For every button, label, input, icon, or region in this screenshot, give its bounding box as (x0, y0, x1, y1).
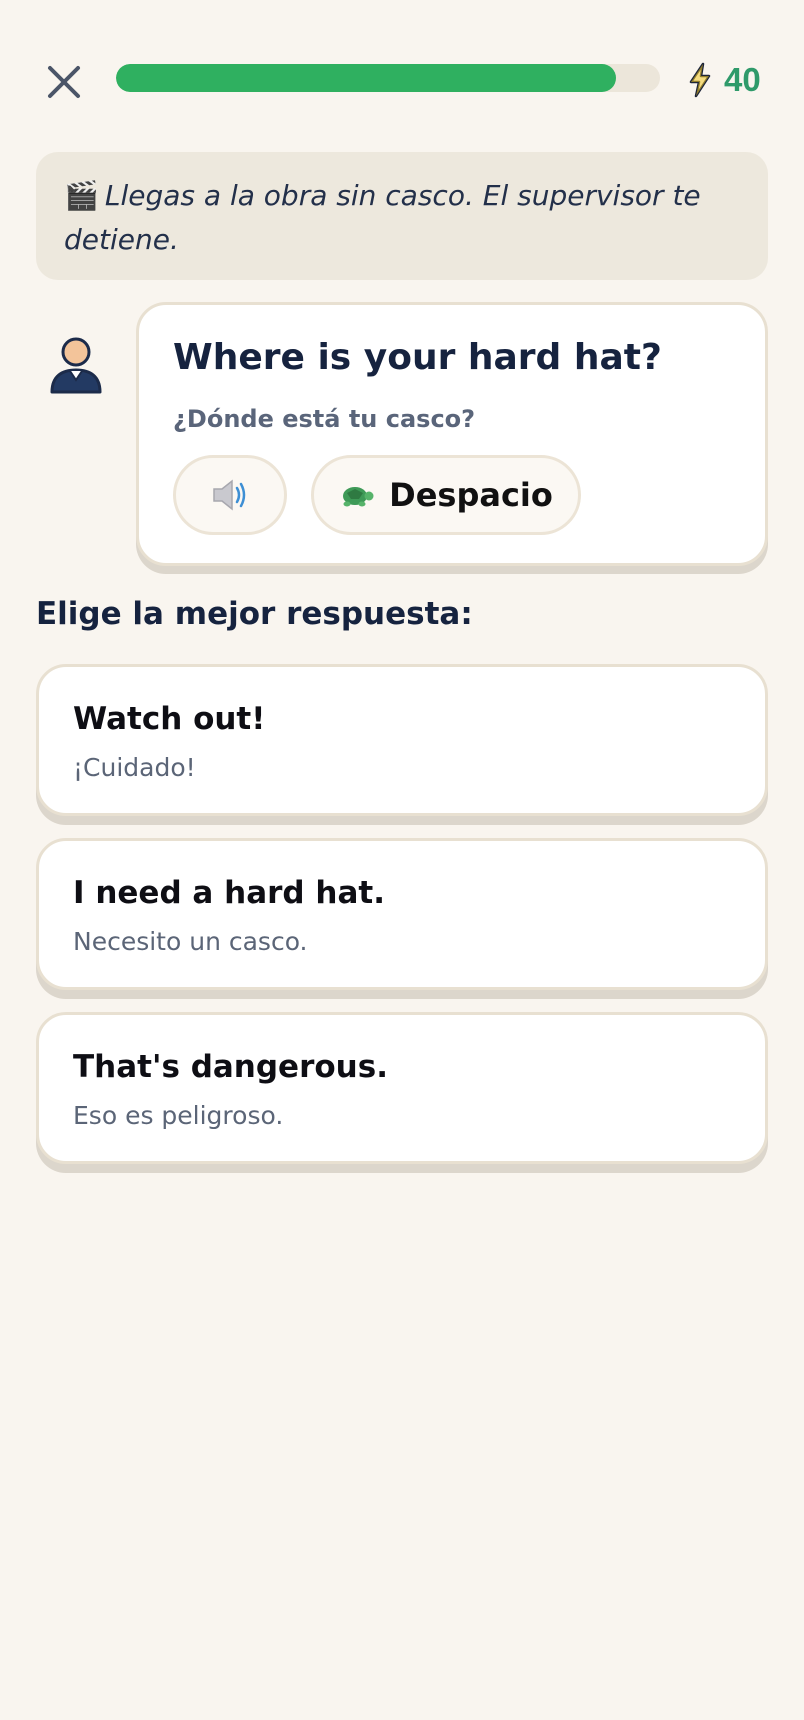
progress-fill (116, 64, 617, 92)
speech-bubble: Where is your hard hat? ¿Dónde está tu c… (136, 302, 768, 566)
option-translation: Necesito un casco. (73, 927, 308, 956)
speaker-translation: ¿Dónde está tu casco? (173, 405, 476, 433)
lightning-icon (689, 62, 711, 98)
slow-label: Despacio (389, 476, 553, 514)
answer-option-2[interactable]: I need a hard hat. Necesito un casco. (36, 838, 768, 990)
option-text: That's dangerous. (73, 1049, 388, 1085)
answer-option-3[interactable]: That's dangerous. Eso es peligroso. (36, 1012, 768, 1164)
option-text: Watch out! (73, 701, 266, 737)
turtle-icon (343, 487, 374, 507)
close-button[interactable] (40, 58, 88, 106)
clapperboard-icon: 🎬 (64, 179, 99, 212)
scene-description: 🎬 Llegas a la obra sin casco. El supervis… (36, 152, 768, 280)
option-translation: Eso es peligroso. (73, 1101, 284, 1130)
answer-option-1[interactable]: Watch out! ¡Cuidado! (36, 664, 768, 816)
lesson-progress-bar (116, 64, 660, 92)
scene-text: Llegas a la obra sin casco. El superviso… (64, 179, 701, 256)
slow-audio-button[interactable]: Despacio (311, 455, 581, 535)
xp-count: 40 (724, 61, 761, 98)
close-icon (48, 66, 80, 98)
top-bar: 40 (0, 0, 804, 160)
play-audio-button[interactable] (173, 455, 287, 535)
speaker-icon (213, 479, 246, 511)
option-text: I need a hard hat. (73, 875, 385, 911)
option-translation: ¡Cuidado! (73, 753, 196, 782)
speaker-line: Where is your hard hat? (173, 337, 662, 378)
person-avatar-icon (48, 336, 104, 396)
xp-counter: 40 (686, 58, 761, 102)
instruction-heading: Elige la mejor respuesta: (36, 596, 473, 632)
